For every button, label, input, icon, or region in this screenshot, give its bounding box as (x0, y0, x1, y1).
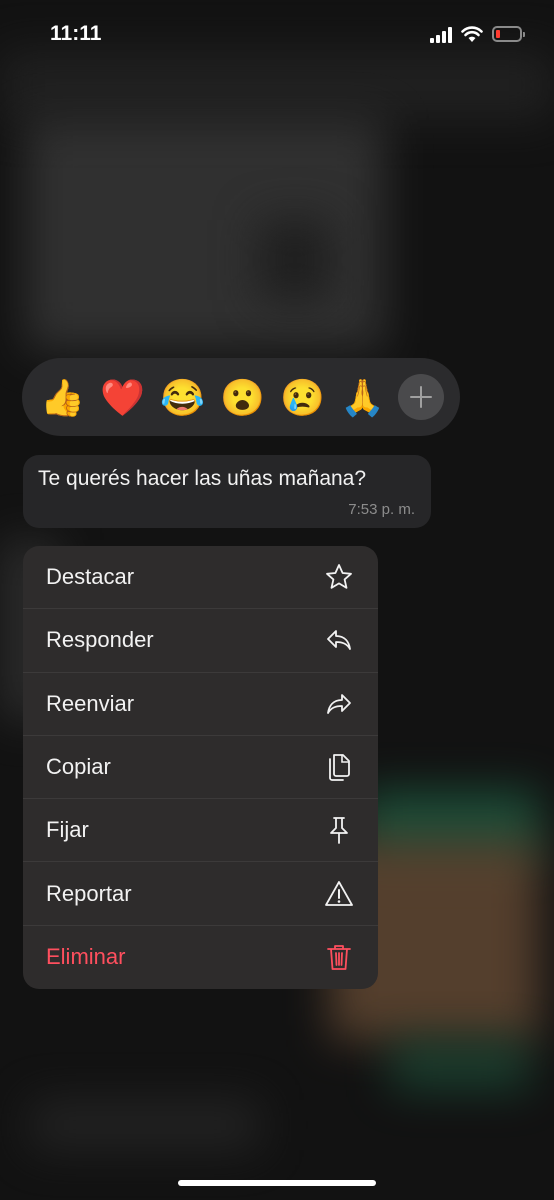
status-bar: 11:11 (0, 0, 554, 70)
message-bubble[interactable]: Te querés hacer las uñas mañana? 7:53 p.… (23, 455, 431, 528)
trash-icon (327, 945, 351, 971)
context-menu: Destacar Responder Reenviar Copiar Fijar… (23, 546, 378, 989)
reaction-bar: 👍 ❤️ 😂 😮 😢 🙏 (22, 358, 460, 436)
menu-item-label: Destacar (46, 564, 135, 590)
menu-item-label: Eliminar (46, 944, 126, 970)
pin-icon (330, 817, 348, 845)
menu-item-responder[interactable]: Responder (23, 609, 378, 673)
crying-emoji[interactable]: 😢 (280, 376, 325, 420)
forward-icon (327, 693, 351, 714)
heart-emoji[interactable]: ❤️ (100, 376, 145, 420)
message-text: Te querés hacer las uñas mañana? (38, 467, 367, 490)
menu-item-reportar[interactable]: Reportar (23, 862, 378, 926)
menu-item-label: Reportar (46, 880, 132, 906)
menu-item-eliminar[interactable]: Eliminar (23, 926, 378, 989)
cellular-signal-icon (430, 27, 454, 43)
home-indicator[interactable] (178, 1180, 376, 1186)
menu-item-label: Responder (46, 627, 154, 653)
battery-icon (492, 26, 525, 42)
menu-item-label: Copiar (46, 754, 111, 780)
copy-icon (329, 754, 350, 781)
star-icon (326, 564, 352, 589)
surprised-emoji[interactable]: 😮 (220, 376, 265, 420)
reply-icon (327, 630, 351, 651)
more-reactions-plus-icon[interactable] (398, 374, 444, 420)
menu-item-label: Fijar (46, 817, 89, 843)
warning-icon (325, 880, 353, 906)
tears-of-joy-emoji[interactable]: 😂 (160, 376, 205, 420)
menu-item-copiar[interactable]: Copiar (23, 736, 378, 800)
status-time: 11:11 (50, 22, 102, 45)
wifi-icon (461, 26, 483, 42)
menu-item-fijar[interactable]: Fijar (23, 799, 378, 863)
message-timestamp: 7:53 p. m. (348, 501, 415, 518)
menu-item-reenviar[interactable]: Reenviar (23, 673, 378, 736)
thumbs-up-emoji[interactable]: 👍 (40, 376, 85, 420)
menu-item-destacar[interactable]: Destacar (23, 546, 378, 610)
folded-hands-emoji[interactable]: 🙏 (340, 376, 385, 420)
menu-item-label: Reenviar (46, 690, 135, 716)
